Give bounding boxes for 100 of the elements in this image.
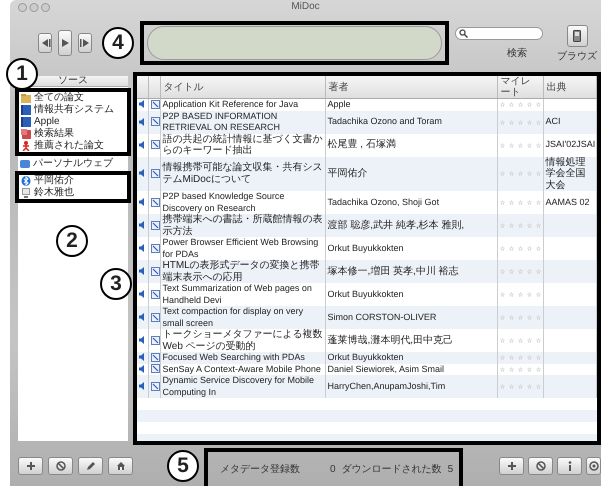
column-header[interactable]: 出典 bbox=[543, 76, 596, 98]
status-value: 0 bbox=[330, 462, 336, 476]
empty-star-icon bbox=[536, 355, 540, 360]
rating-stars[interactable] bbox=[500, 269, 540, 274]
empty-star-icon bbox=[518, 102, 522, 108]
document-icon bbox=[150, 140, 160, 150]
table-cell: 携帯端末への書誌・所蔵館情報の表示方法 bbox=[160, 214, 325, 237]
rating-stars[interactable] bbox=[500, 355, 540, 360]
empty-star-icon bbox=[508, 200, 514, 205]
empty-star-icon bbox=[526, 223, 532, 228]
table-cell: 塚本修一,増田 英孝,中川 裕志 bbox=[325, 260, 497, 283]
document-icon bbox=[150, 336, 160, 345]
empty-star-icon bbox=[536, 366, 540, 372]
empty-star-icon bbox=[500, 200, 504, 205]
table-cell: Tadachika Ozono and Toram bbox=[325, 110, 497, 134]
table-cell: Focused Web Searching with PDAs bbox=[160, 352, 325, 364]
toolbar-button[interactable] bbox=[499, 456, 524, 474]
empty-star-icon bbox=[500, 246, 504, 251]
browse-label: ブラウズ bbox=[557, 50, 597, 62]
book-icon bbox=[21, 105, 31, 115]
media-button[interactable] bbox=[38, 33, 52, 53]
browse-button[interactable] bbox=[566, 24, 588, 46]
empty-star-icon bbox=[500, 355, 504, 360]
callout-number: 5 bbox=[167, 450, 199, 482]
sidebar-item[interactable]: パーソナルウェブ bbox=[18, 158, 128, 170]
table-cell: Simon CORSTON-OLIVER bbox=[325, 306, 497, 329]
speaker-icon bbox=[139, 313, 145, 322]
empty-star-icon bbox=[500, 366, 504, 372]
toolbar-button[interactable] bbox=[557, 456, 582, 474]
document-icon bbox=[150, 100, 160, 109]
rating-stars[interactable] bbox=[500, 315, 540, 320]
media-button[interactable] bbox=[58, 30, 72, 56]
column-header[interactable]: タイトル bbox=[160, 76, 325, 98]
empty-star-icon bbox=[518, 120, 522, 124]
empty-star-icon bbox=[526, 102, 532, 108]
toolbar-button[interactable] bbox=[48, 456, 73, 474]
sidebar-item[interactable]: Apple bbox=[19, 116, 127, 128]
empty-star-icon bbox=[518, 223, 522, 228]
toolbar-button[interactable] bbox=[108, 456, 133, 474]
empty-star-icon bbox=[500, 120, 504, 124]
toolbar-button[interactable] bbox=[528, 456, 553, 474]
home-icon bbox=[116, 460, 126, 470]
speaker-icon bbox=[139, 221, 145, 230]
empty-star-icon bbox=[518, 142, 522, 148]
book-icon bbox=[21, 117, 31, 127]
empty-star-icon bbox=[536, 292, 540, 297]
column-header[interactable]: マイレート bbox=[497, 76, 543, 98]
add-icon bbox=[506, 460, 516, 470]
speaker-icon bbox=[139, 118, 145, 126]
speaker-icon bbox=[139, 382, 145, 390]
empty-star-icon bbox=[500, 102, 504, 108]
status-label: メタデータ登録数 bbox=[220, 462, 300, 476]
rating-stars[interactable] bbox=[500, 200, 540, 205]
sidebar-item[interactable]: 検索結果 bbox=[19, 128, 127, 140]
toolbar-button[interactable] bbox=[78, 456, 103, 474]
empty-star-icon bbox=[518, 338, 522, 343]
toolbar-button[interactable] bbox=[18, 456, 43, 474]
rating-stars[interactable] bbox=[500, 102, 540, 108]
empty-star-icon bbox=[526, 384, 532, 389]
speaker-icon bbox=[139, 290, 145, 298]
table-cell: 情報処理学会全国大会 bbox=[543, 156, 596, 191]
rating-stars[interactable] bbox=[500, 384, 540, 389]
table-cell: 平岡佑介 bbox=[325, 156, 497, 191]
empty-star-icon bbox=[500, 223, 504, 228]
empty-star-icon bbox=[500, 315, 504, 320]
document-icon bbox=[150, 290, 160, 299]
empty-star-icon bbox=[526, 246, 532, 251]
empty-star-icon bbox=[518, 366, 522, 372]
empty-star-icon bbox=[508, 142, 514, 148]
empty-star-icon bbox=[526, 338, 532, 343]
table-cell: HarryChen,AnupamJoshi,Tim bbox=[325, 375, 497, 398]
empty-star-icon bbox=[508, 355, 514, 360]
sidebar-item[interactable]: 鈴木雅也 bbox=[19, 187, 127, 199]
sidebar-item[interactable]: 推薦された論文 bbox=[19, 140, 127, 152]
table-cell: Dynamic Service Discovery for Mobile Computing In bbox=[160, 375, 325, 398]
search-field[interactable] bbox=[455, 27, 543, 40]
media-button[interactable] bbox=[78, 33, 92, 53]
sidebar-item[interactable]: 全ての論文 bbox=[19, 92, 127, 104]
speaker-icon bbox=[139, 100, 145, 108]
rating-stars[interactable] bbox=[500, 246, 540, 251]
document-icon bbox=[150, 352, 160, 362]
empty-star-icon bbox=[508, 246, 514, 251]
sidebar-item[interactable]: 情報共有システム bbox=[19, 104, 127, 116]
rating-stars[interactable] bbox=[500, 120, 540, 124]
empty-star-icon bbox=[536, 246, 540, 251]
device-icon bbox=[573, 30, 581, 42]
computer-icon bbox=[21, 188, 31, 198]
empty-star-icon bbox=[536, 142, 540, 148]
rating-stars[interactable] bbox=[500, 171, 540, 176]
rating-stars[interactable] bbox=[500, 338, 540, 343]
toolbar-button[interactable] bbox=[586, 456, 601, 474]
rating-stars[interactable] bbox=[500, 292, 540, 297]
rating-stars[interactable] bbox=[500, 223, 540, 228]
rating-stars[interactable] bbox=[500, 366, 540, 372]
empty-star-icon bbox=[518, 200, 522, 205]
rating-stars[interactable] bbox=[500, 142, 540, 148]
empty-star-icon bbox=[518, 384, 522, 389]
sidebar-item[interactable]: 平岡佑介 bbox=[19, 175, 127, 187]
column-header[interactable]: 著者 bbox=[325, 76, 497, 98]
empty-star-icon bbox=[526, 120, 532, 124]
